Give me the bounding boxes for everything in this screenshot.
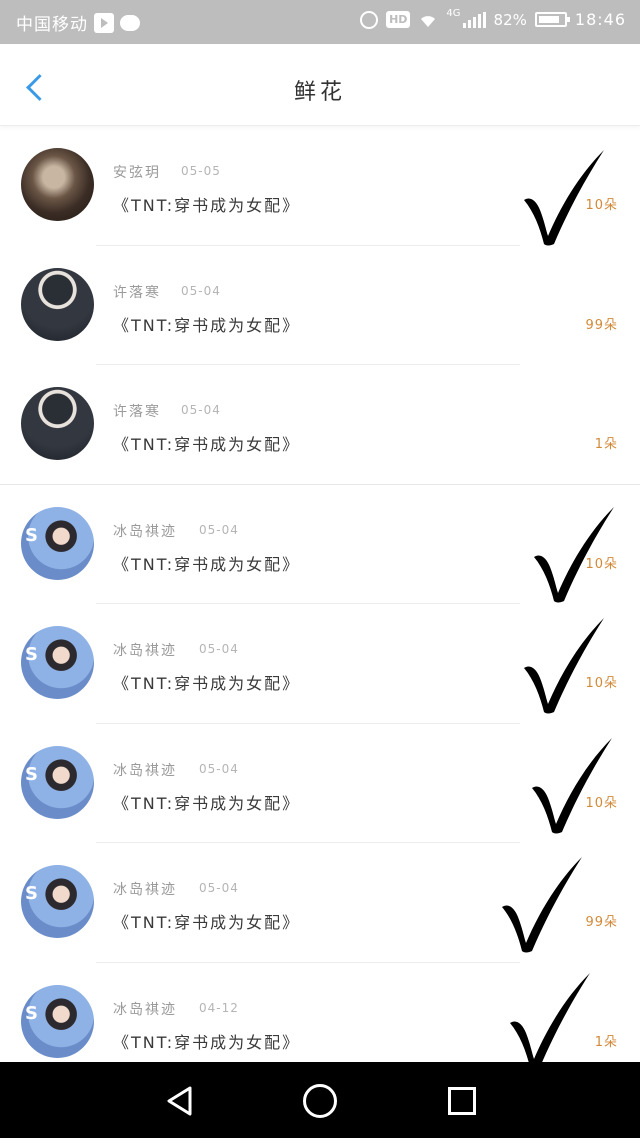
battery-percent: 82% [493,10,527,29]
check-mark-icon [532,737,612,833]
avatar[interactable] [21,387,94,460]
nav-back-icon[interactable] [163,1084,197,1118]
status-right: HD 4G 82% 18:46 [360,8,626,29]
nav-bar [0,1062,640,1138]
page-title: 鲜花 [293,80,346,105]
book-title: 《TNT:穿书成为女配》 [113,674,301,693]
hd-icon: HD [386,11,411,28]
header: 鲜花 [0,44,640,126]
check-mark-icon [534,506,614,602]
list-item[interactable]: 冰岛祺迹 05-04 《TNT:穿书成为女配》 99朵 [0,843,640,963]
alarm-icon [360,10,379,29]
status-left: 中国移动 [16,10,140,35]
list-item[interactable]: 许落寒 05-04 《TNT:穿书成为女配》 99朵 [0,246,640,365]
clock: 18:46 [574,10,626,29]
user-name: 安弦玥 [113,165,161,181]
row-date: 05-04 [181,403,221,417]
battery-icon [534,12,570,27]
user-name: 许落寒 [113,284,161,301]
row-date: 05-04 [181,283,221,298]
check-mark-icon [502,857,582,953]
row-date: 05-04 [199,522,239,537]
flower-count: 1朵 [594,437,618,452]
book-title: 《TNT:穿书成为女配》 [113,913,301,932]
user-name: 冰岛祺迹 [113,762,177,779]
user-name: 冰岛祺迹 [113,1001,177,1018]
book-title: 《TNT:穿书成为女配》 [113,793,301,813]
flower-count: 99朵 [585,915,618,930]
list-item[interactable]: 冰岛祺迹 05-04 《TNT:穿书成为女配》 10朵 [0,485,640,604]
nav-home-icon[interactable] [303,1084,337,1118]
play-icon [94,12,114,33]
check-mark-icon [524,618,604,714]
list-item[interactable]: 安弦玥 05-05 《TNT:穿书成为女配》 10朵 [0,126,640,246]
list-item[interactable]: 冰岛祺迹 05-04 《TNT:穿书成为女配》 10朵 [0,724,640,843]
book-title: 《TNT:穿书成为女配》 [113,196,301,215]
signal-icon [462,11,486,28]
avatar[interactable] [21,267,94,341]
wifi-icon [421,15,436,27]
book-title: 《TNT:穿书成为女配》 [113,554,301,574]
row-date: 04-12 [199,1000,239,1015]
user-name: 冰岛祺迹 [113,643,177,659]
user-name: 冰岛祺迹 [113,523,177,540]
check-mark-icon [524,150,604,246]
carrier-label: 中国移动 [16,15,88,35]
row-date: 05-04 [199,642,239,656]
avatar[interactable] [21,626,94,699]
book-title: 《TNT:穿书成为女配》 [113,315,301,335]
row-date: 05-04 [199,881,239,895]
status-bar: 中国移动 HD 4G 82% 18:46 [0,0,640,44]
flower-count: 1朵 [594,1034,618,1050]
chat-bubble-icon [120,14,140,31]
row-date: 05-05 [181,164,221,178]
nav-recent-apps-icon[interactable] [448,1087,476,1115]
avatar[interactable] [21,148,94,221]
avatar[interactable] [21,984,94,1058]
user-name: 冰岛祺迹 [113,882,177,898]
flower-count: 99朵 [585,317,618,333]
book-title: 《TNT:穿书成为女配》 [113,1032,301,1052]
user-name: 许落寒 [113,404,161,420]
avatar[interactable] [21,506,94,580]
flower-list: 安弦玥 05-05 《TNT:穿书成为女配》 10朵 许落寒 05-04 《TN… [0,126,640,1082]
avatar[interactable] [21,745,94,819]
network-type: 4G [446,8,461,19]
check-mark-icon [510,972,590,1068]
list-item[interactable]: 冰岛祺迹 05-04 《TNT:穿书成为女配》 10朵 [0,604,640,724]
row-date: 05-04 [199,761,239,776]
avatar[interactable] [21,865,94,938]
book-title: 《TNT:穿书成为女配》 [113,435,301,454]
list-item[interactable]: 许落寒 05-04 《TNT:穿书成为女配》 1朵 [0,365,640,485]
